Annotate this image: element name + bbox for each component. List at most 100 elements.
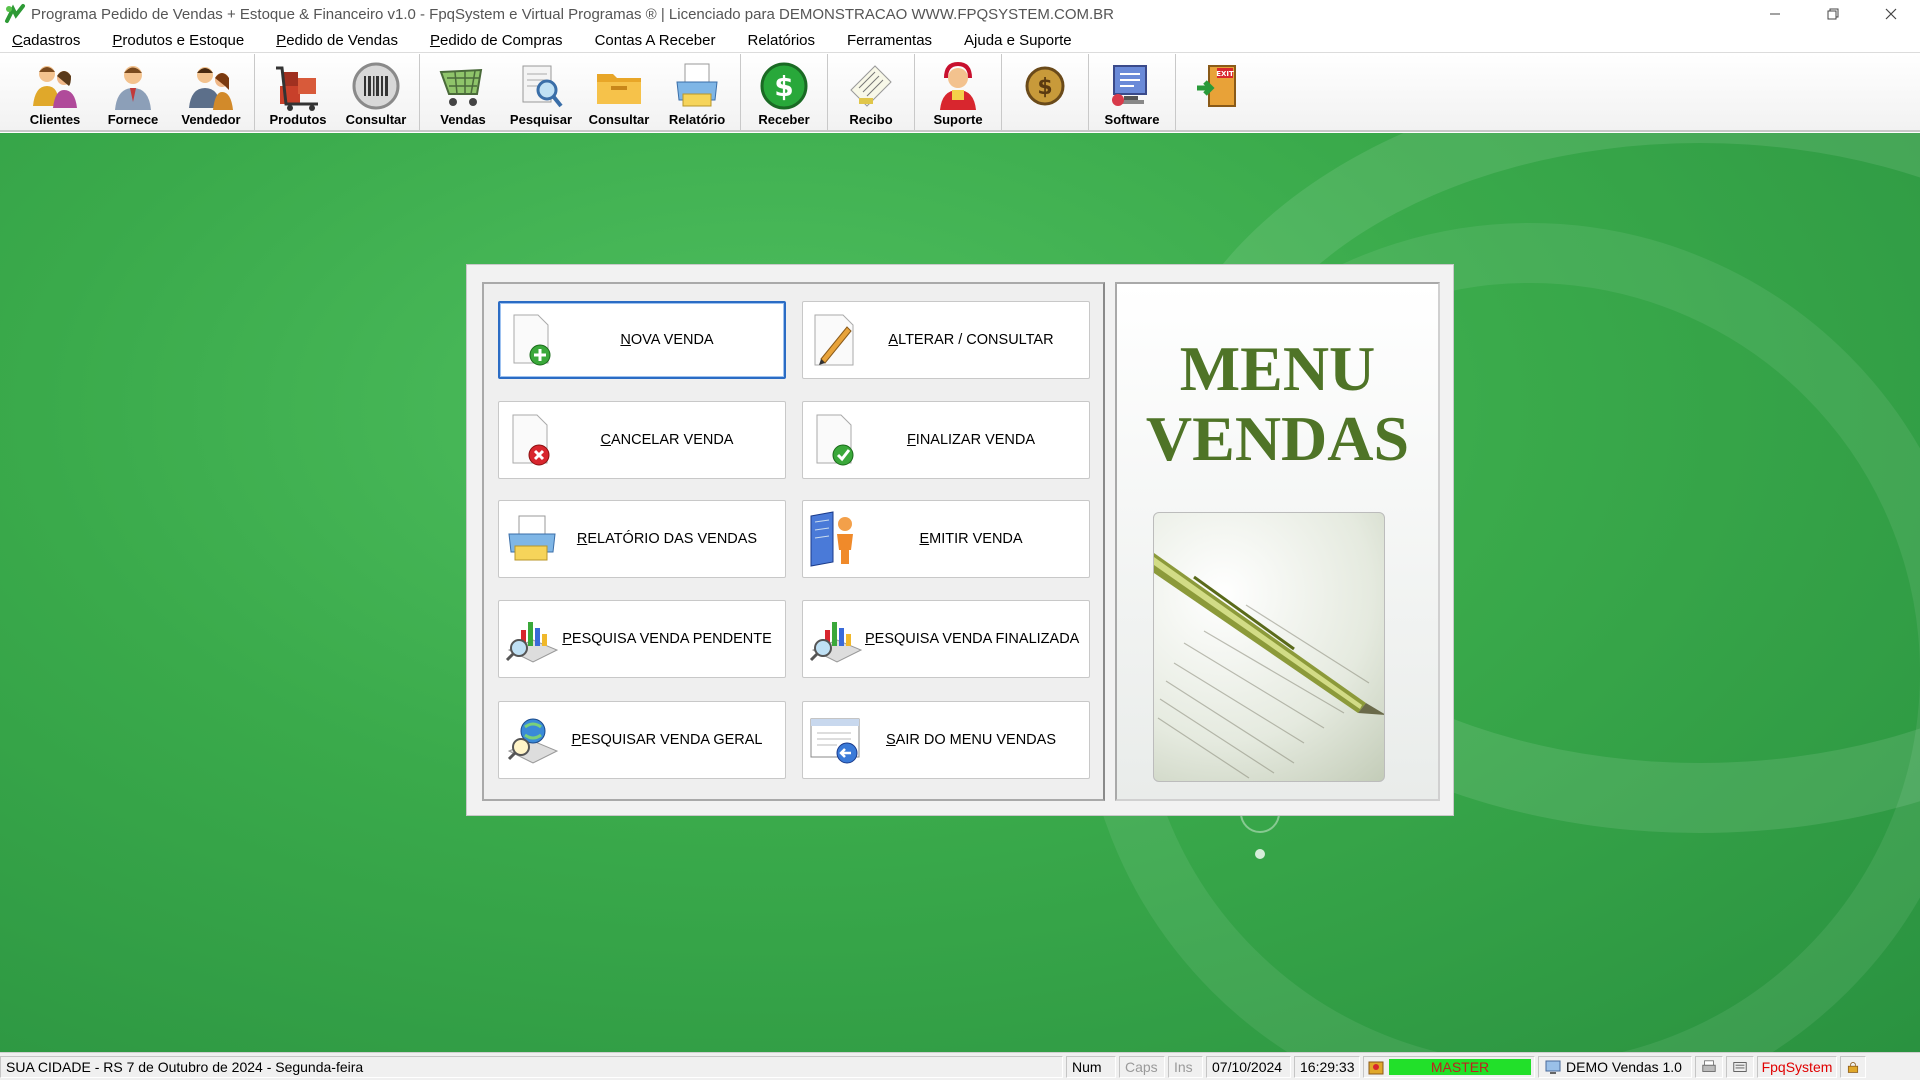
pesquisa-venda-pendente-button[interactable]: PESQUISA VENDA PENDENTE (498, 600, 786, 678)
menu-vendas-title-panel: MENU VENDAS (1115, 282, 1440, 801)
toolbar-clientes-button[interactable]: Clientes (16, 54, 94, 130)
monitor-icon (1545, 1060, 1561, 1074)
toolbar-exit-button[interactable]: EXIT (1180, 54, 1258, 130)
finalizar-venda-button[interactable]: FINALIZAR VENDA (802, 401, 1090, 479)
status-time: 16:29:33 (1294, 1055, 1360, 1078)
status-date: 07/10/2024 (1206, 1055, 1291, 1078)
menu-vendas-button-panel: NOVA VENDA ALTERAR / CONSULTAR CANCELAR … (482, 282, 1105, 801)
products-icon (276, 66, 318, 111)
toolbar-coins-button[interactable]: $ (1006, 54, 1084, 130)
pencil-icon (814, 314, 854, 366)
printer-icon (508, 515, 556, 561)
menu-cadastros[interactable]: Cadastros (0, 32, 80, 49)
status-brand: FpqSystem (1757, 1055, 1837, 1078)
sair-menu-vendas-button[interactable]: SAIR DO MENU VENDAS (802, 701, 1090, 779)
restore-button[interactable] (1804, 0, 1862, 28)
toolbar: Clientes Fornece Vendedor Produtos Consu… (0, 54, 1920, 132)
status-user: MASTER (1363, 1055, 1535, 1078)
exit-window-icon (810, 718, 860, 764)
toolbar-relatorio-button[interactable]: Relatório (658, 54, 736, 130)
status-insert: Ins (1168, 1055, 1203, 1078)
seller-icon (189, 67, 233, 110)
menu-pedido-vendas[interactable]: Pedido de Vendas (264, 32, 398, 49)
keyboard-icon (1733, 1061, 1747, 1072)
barcode-icon (352, 62, 400, 110)
globe-search-icon (507, 718, 559, 764)
nova-venda-button[interactable]: NOVA VENDA (498, 301, 786, 379)
clients-icon (33, 66, 77, 108)
menu-produtos-estoque[interactable]: Produtos e Estoque (100, 32, 244, 49)
toolbar-suporte-button[interactable]: Suporte (919, 54, 997, 130)
close-icon (1885, 8, 1897, 20)
status-caps-lock: Caps (1119, 1055, 1165, 1078)
toolbar-vendas-button[interactable]: Vendas (424, 54, 502, 130)
status-num-lock: Num (1066, 1055, 1116, 1078)
menu-relatorios[interactable]: Relatórios (735, 32, 815, 49)
svg-text:EXIT: EXIT (1216, 70, 1234, 78)
toolbar-vendedor-button[interactable]: Vendedor (172, 54, 250, 130)
window-title: Programa Pedido de Vendas + Estoque & Fi… (31, 5, 1114, 23)
receipt-icon (850, 65, 892, 107)
chart-search-icon (505, 622, 559, 663)
toolbar-group-exit: EXIT (1176, 54, 1262, 130)
alterar-consultar-button[interactable]: ALTERAR / CONSULTAR (802, 301, 1090, 379)
toolbar-group-suporte: Suporte (915, 54, 1002, 130)
toolbar-consultar-produtos-button[interactable]: Consultar (337, 54, 415, 130)
window-controls (1746, 0, 1920, 28)
status-version: DEMO Vendas 1.0 (1538, 1055, 1692, 1078)
toolbar-receber-button[interactable]: $ Receber (745, 54, 823, 130)
pen-illustration (1154, 553, 1384, 779)
menu-contas-receber[interactable]: Contas A Receber (583, 32, 716, 49)
search-doc-icon (522, 65, 563, 108)
cart-icon (439, 68, 483, 106)
software-icon (1112, 65, 1147, 106)
coins-icon: $ (1025, 66, 1065, 106)
toolbar-group-vendas: Vendas Pesquisar Consultar Relatório (420, 54, 741, 130)
toolbar-group-produtos: Produtos Consultar (255, 54, 420, 130)
new-doc-icon (513, 314, 551, 366)
menu-bar: Cadastros Produtos e Estoque Pedido de V… (0, 28, 1920, 53)
folder-icon (597, 74, 641, 104)
toolbar-group-software: Software (1089, 54, 1176, 130)
minimize-button[interactable] (1746, 0, 1804, 28)
toolbar-group-coins: $ (1002, 54, 1089, 130)
restore-icon (1827, 8, 1839, 20)
status-location-date: SUA CIDADE - RS 7 de Outubro de 2024 - S… (0, 1055, 1063, 1078)
pesquisa-venda-finalizada-button[interactable]: PESQUISA VENDA FINALIZADA (802, 600, 1090, 678)
menu-vendas-window: NOVA VENDA ALTERAR / CONSULTAR CANCELAR … (466, 264, 1454, 816)
app-logo-icon (5, 4, 25, 23)
menu-ajuda-suporte[interactable]: Ajuda e Suporte (952, 32, 1072, 49)
toolbar-software-button[interactable]: Software (1093, 54, 1171, 130)
person-book-icon (810, 511, 853, 567)
toolbar-consultar-vendas-button[interactable]: Consultar (580, 54, 658, 130)
status-bar: SUA CIDADE - RS 7 de Outubro de 2024 - S… (0, 1052, 1920, 1080)
dollar-icon: $ (760, 62, 808, 110)
svg-text:$: $ (1037, 75, 1052, 100)
toolbar-group-cadastros: Clientes Fornece Vendedor (12, 54, 255, 130)
cancelar-venda-button[interactable]: CANCELAR VENDA (498, 401, 786, 479)
report-icon (676, 63, 718, 107)
toolbar-recibo-button[interactable]: Recibo (832, 54, 910, 130)
menu-pedido-compras[interactable]: Pedido de Compras (418, 32, 563, 49)
user-key-icon (1368, 1061, 1384, 1074)
status-lock[interactable] (1840, 1055, 1866, 1078)
menu-ferramentas[interactable]: Ferramentas (835, 32, 932, 49)
background-bubble (1255, 849, 1265, 859)
chart-search-icon (809, 622, 863, 663)
pen-document-image (1153, 512, 1385, 782)
status-keyboard[interactable] (1726, 1055, 1754, 1078)
support-icon (940, 61, 976, 110)
cancel-doc-icon (512, 414, 550, 466)
close-button[interactable] (1862, 0, 1920, 28)
toolbar-pesquisar-button[interactable]: Pesquisar (502, 54, 580, 130)
toolbar-fornece-button[interactable]: Fornece (94, 54, 172, 130)
printer-small-icon (1702, 1059, 1716, 1072)
status-printer[interactable] (1695, 1055, 1723, 1078)
svg-text:$: $ (774, 70, 793, 103)
relatorio-vendas-button[interactable]: RELATÓRIO DAS VENDAS (498, 500, 786, 578)
check-doc-icon (816, 414, 854, 466)
pesquisar-venda-geral-button[interactable]: PESQUISAR VENDA GERAL (498, 701, 786, 779)
supplier-icon (115, 66, 151, 110)
toolbar-produtos-button[interactable]: Produtos (259, 54, 337, 130)
emitir-venda-button[interactable]: EMITIR VENDA (802, 500, 1090, 578)
